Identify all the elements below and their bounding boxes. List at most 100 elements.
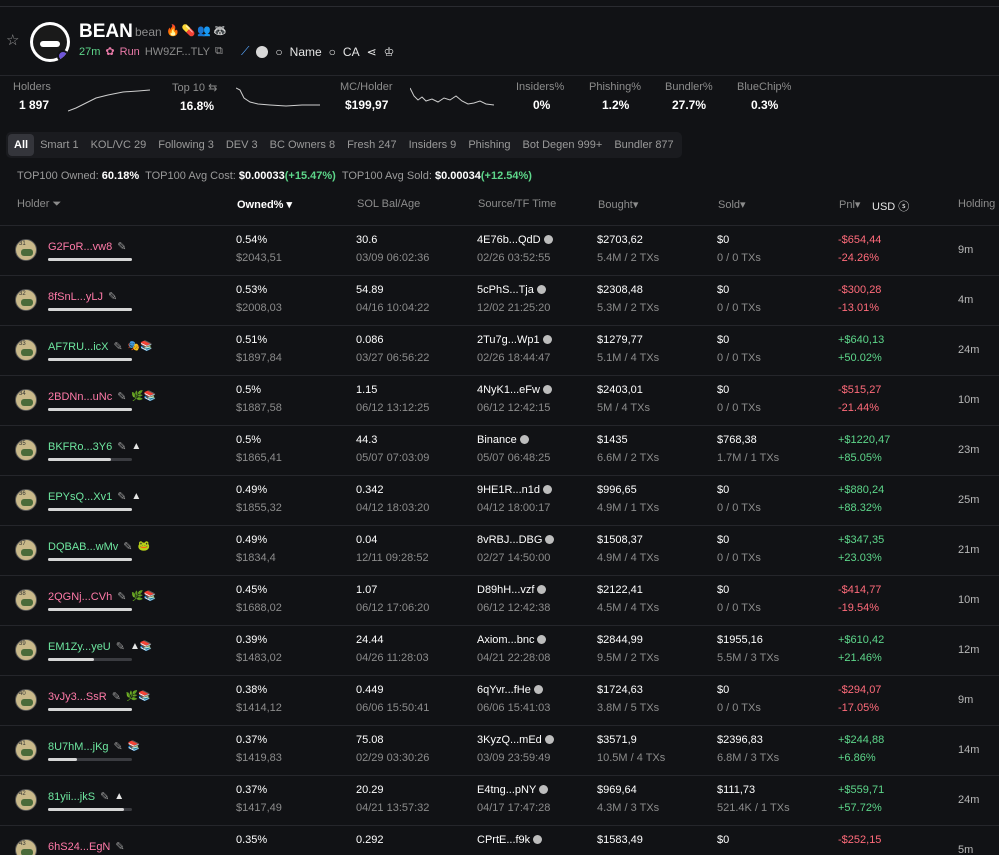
tab-insiders[interactable]: Insiders 9 (403, 134, 463, 156)
column-bought[interactable]: Bought▾ (598, 198, 638, 211)
avatar[interactable]: 38 (15, 589, 37, 611)
tab-all[interactable]: All (8, 134, 35, 156)
edit-icon[interactable]: ✎ (114, 740, 123, 753)
avatar[interactable]: 34 (15, 389, 37, 411)
column-owned[interactable]: Owned% ▾ (237, 198, 292, 211)
table-row[interactable]: 34 2BDNn...uNc ✎ 🌿📚 0.5% $1887,58 1.15 06/12 13… (0, 376, 999, 426)
search-icon[interactable]: ○ (275, 45, 282, 59)
source-cell[interactable]: 2Tu7g...Wp1 (477, 334, 552, 346)
copy-icon[interactable]: ⧉ (215, 45, 223, 58)
search-ca-icon[interactable]: ○ (329, 45, 336, 59)
table-row[interactable]: 36 EPYsQ...Xv1 ✎ ▲ 0.49% $1855,32 0.342 04/12 1… (0, 476, 999, 526)
currency-toggle[interactable]: USD ⓢ (872, 198, 909, 214)
source-menu-icon[interactable] (542, 485, 552, 494)
source-cell[interactable]: E4tng...pNY (477, 784, 549, 796)
holder-address[interactable]: G2FoR...vw8 (48, 241, 112, 253)
source-cell[interactable]: Binance (477, 434, 529, 446)
column-sold[interactable]: Sold▾ (718, 198, 746, 211)
holder-address[interactable]: EM1Zy...yeU (48, 641, 111, 653)
search-ca-button[interactable]: CA (343, 45, 360, 59)
source-address[interactable]: CPrtE...f9k (477, 834, 530, 846)
holder-address[interactable]: 81yii...jkS (48, 791, 95, 803)
column-pnl[interactable]: Pnl▾ (839, 198, 860, 211)
tab-smart[interactable]: Smart 1 (34, 134, 85, 156)
avatar[interactable]: 43 (15, 839, 37, 855)
tab-fresh[interactable]: Fresh 247 (341, 134, 403, 156)
share-icon[interactable]: ⋖ (367, 45, 377, 59)
edit-icon[interactable]: ✎ (117, 440, 126, 453)
holder-cell[interactable]: 81yii...jkS ✎ ▲ (48, 790, 124, 804)
table-row[interactable]: 38 2QGNj...CVh ✎ 🌿📚 0.45% $1688,02 1.07 06/12 1… (0, 576, 999, 626)
holder-cell[interactable]: EM1Zy...yeU ✎ ▲📚 (48, 640, 152, 654)
swap-icon[interactable]: ⇆ (208, 82, 217, 94)
avatar[interactable]: 36 (15, 489, 37, 511)
holder-cell[interactable]: 3vJy3...SsR ✎ 🌿📚 (48, 690, 151, 704)
source-menu-icon[interactable] (542, 385, 552, 394)
source-menu-icon[interactable] (519, 435, 529, 444)
edit-icon[interactable]: ✎ (123, 540, 132, 553)
source-address[interactable]: 2Tu7g...Wp1 (477, 334, 540, 346)
holder-address[interactable]: 8fSnL...yLJ (48, 291, 103, 303)
feather-icon[interactable]: ⟋ (241, 44, 249, 59)
column-holder[interactable]: Holder ⏷ (17, 198, 61, 211)
edit-icon[interactable]: ✎ (117, 490, 126, 503)
source-cell[interactable]: Axiom...bnc (477, 634, 547, 646)
holder-address[interactable]: AF7RU...icX (48, 341, 109, 353)
source-menu-icon[interactable] (545, 535, 555, 544)
table-row[interactable]: 39 EM1Zy...yeU ✎ ▲📚 0.39% $1483,02 24.44 04/26 … (0, 626, 999, 676)
tab-bot-degen[interactable]: Bot Degen 999+ (517, 134, 609, 156)
source-cell[interactable]: 9HE1R...n1d (477, 484, 552, 496)
source-menu-icon[interactable] (544, 735, 554, 744)
avatar[interactable]: 39 (15, 639, 37, 661)
holder-address[interactable]: DQBAB...wMv (48, 541, 118, 553)
source-address[interactable]: D89hH...vzf (477, 584, 534, 596)
table-row[interactable]: 41 8U7hM...jKg ✎ 📚 0.37% $1419,83 75.08 02/29 0… (0, 726, 999, 776)
source-cell[interactable]: 5cPhS...Tja (477, 284, 546, 296)
column-holding[interactable]: Holding (958, 198, 995, 210)
source-menu-icon[interactable] (543, 235, 553, 244)
source-menu-icon[interactable] (542, 335, 552, 344)
table-row[interactable]: 40 3vJy3...SsR ✎ 🌿📚 0.38% $1414,12 0.449 06/06 … (0, 676, 999, 726)
table-row[interactable]: 31 G2FoR...vw8 ✎ 0.54% $2043,51 30.6 03/09 06:… (0, 226, 999, 276)
favorite-star-icon[interactable]: ☆ (6, 33, 20, 48)
column-sol[interactable]: SOL Bal/Age (357, 198, 420, 210)
avatar[interactable]: 31 (15, 239, 37, 261)
source-address[interactable]: Binance (477, 434, 517, 446)
holder-cell[interactable]: 8U7hM...jKg ✎ 📚 (48, 740, 140, 754)
source-address[interactable]: 5cPhS...Tja (477, 284, 534, 296)
source-address[interactable]: Axiom...bnc (477, 634, 534, 646)
avatar[interactable]: 40 (15, 689, 37, 711)
dollar-circle-icon[interactable]: ⓢ (898, 201, 909, 213)
holder-address[interactable]: BKFRo...3Y6 (48, 441, 112, 453)
table-row[interactable]: 35 BKFRo...3Y6 ✎ ▲ 0.5% $1865,41 44.3 05/07 07:… (0, 426, 999, 476)
holder-address[interactable]: 2BDNn...uNc (48, 391, 112, 403)
holder-cell[interactable]: 2BDNn...uNc ✎ 🌿📚 (48, 390, 156, 404)
edit-icon[interactable]: ✎ (117, 590, 126, 603)
source-address[interactable]: 4E76b...QdD (477, 234, 541, 246)
source-address[interactable]: 6qYvr...fHe (477, 684, 531, 696)
avatar[interactable]: 37 (15, 539, 37, 561)
edit-icon[interactable]: ✎ (117, 240, 126, 253)
table-row[interactable]: 43 6hS24...EgN ✎ 0.35% 0.292 CPrtE...f9k $1583… (0, 826, 999, 855)
tab-kol-vc[interactable]: KOL/VC 29 (85, 134, 153, 156)
edit-icon[interactable]: ✎ (117, 390, 126, 403)
holder-address[interactable]: 2QGNj...CVh (48, 591, 112, 603)
source-cell[interactable]: 4NyK1...eFw (477, 384, 552, 396)
crown-icon[interactable]: ♔ (384, 45, 395, 59)
holder-address[interactable]: EPYsQ...Xv1 (48, 491, 112, 503)
holder-cell[interactable]: 8fSnL...yLJ ✎ (48, 290, 122, 304)
source-cell[interactable]: 8vRBJ...DBG (477, 534, 555, 546)
edit-icon[interactable]: ✎ (116, 640, 125, 653)
source-address[interactable]: 4NyK1...eFw (477, 384, 540, 396)
source-menu-icon[interactable] (536, 285, 546, 294)
edit-icon[interactable]: ✎ (115, 840, 124, 853)
tab-dev[interactable]: DEV 3 (220, 134, 264, 156)
edit-icon[interactable]: ✎ (112, 690, 121, 703)
edit-icon[interactable]: ✎ (100, 790, 109, 803)
holder-cell[interactable]: 2QGNj...CVh ✎ 🌿📚 (48, 590, 156, 604)
menu-circle-icon[interactable] (256, 45, 269, 58)
table-row[interactable]: 33 AF7RU...icX ✎ 🎭📚 0.51% $1897,84 0.086 03/27 … (0, 326, 999, 376)
holder-cell[interactable]: G2FoR...vw8 ✎ (48, 240, 131, 254)
source-cell[interactable]: 3KyzQ...mEd (477, 734, 554, 746)
holder-address[interactable]: 3vJy3...SsR (48, 691, 107, 703)
